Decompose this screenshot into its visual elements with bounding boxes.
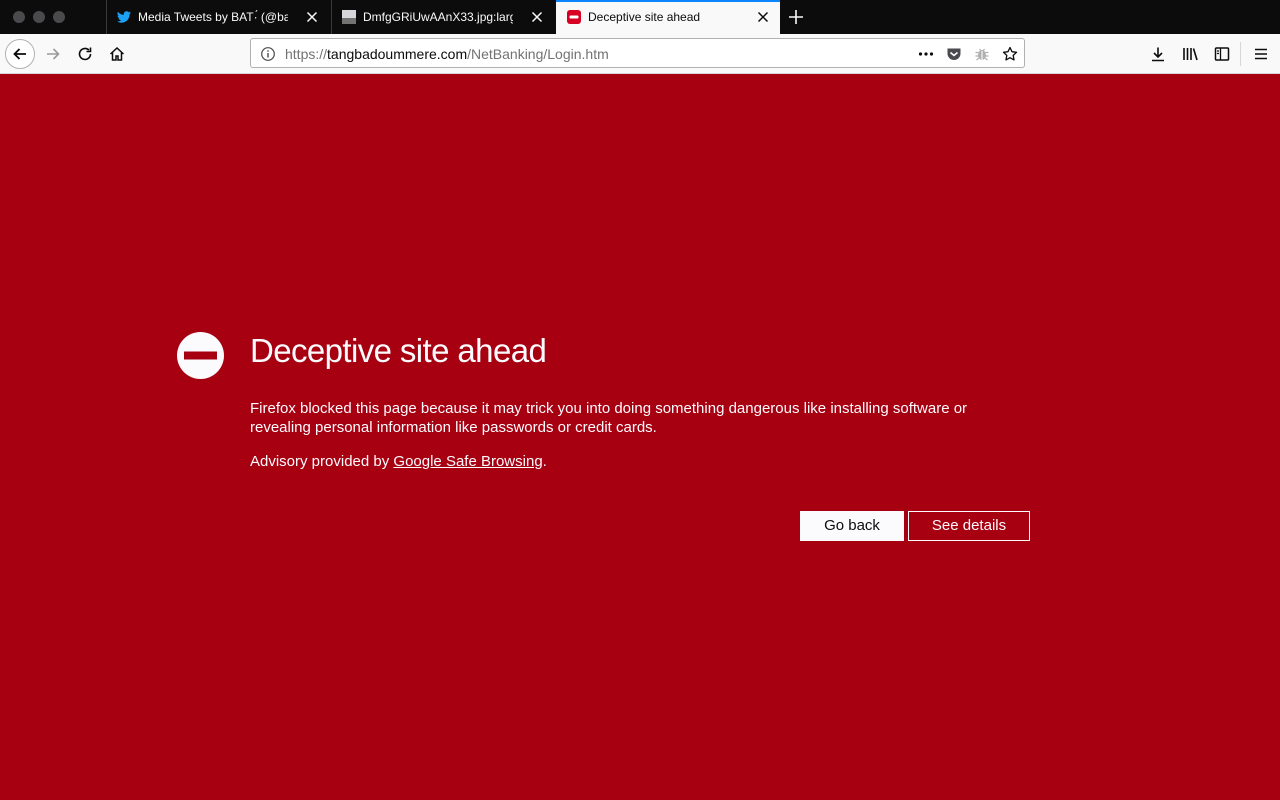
go-back-button[interactable]: Go back: [800, 511, 904, 541]
url-bar[interactable]: https://tangbadoummere.com/NetBanking/Lo…: [250, 38, 1025, 68]
reload-button[interactable]: [71, 40, 99, 68]
pocket-icon: [947, 48, 961, 60]
google-safe-browsing-link[interactable]: Google Safe Browsing: [393, 453, 542, 470]
advisory-text: Advisory provided by Google Safe Browsin…: [250, 452, 547, 471]
home-button[interactable]: [103, 40, 131, 68]
home-icon: [109, 46, 125, 61]
tab-twitter[interactable]: Media Tweets by BAT·́ (@batis: [106, 0, 330, 34]
back-button[interactable]: [5, 39, 35, 69]
page-actions-button[interactable]: [917, 45, 935, 63]
tab-strip: Media Tweets by BAT·́ (@batis DmfgGRiUwA…: [0, 0, 1280, 34]
sidebar-icon: [1214, 47, 1230, 61]
download-icon: [1152, 47, 1164, 62]
tab-image[interactable]: DmfgGRiUwAAnX33.jpg:large (: [331, 0, 555, 34]
page-title: Deceptive site ahead: [250, 332, 547, 369]
more-dots-icon: [918, 52, 934, 56]
tab-label: Deceptive site ahead: [588, 10, 701, 24]
url-path: /NetBanking/Login.htm: [467, 46, 609, 62]
close-tab-icon[interactable]: [304, 9, 320, 25]
advisory-suffix: .: [542, 453, 547, 470]
navigation-toolbar: https://tangbadoummere.com/NetBanking/Lo…: [0, 34, 1280, 74]
hamburger-menu-icon: [1255, 48, 1267, 60]
back-arrow-icon: [13, 48, 26, 60]
tab-separator: [331, 0, 332, 34]
blocked-site-icon: [177, 332, 224, 379]
reload-icon: [78, 47, 92, 61]
window-minimize-button[interactable]: [33, 11, 45, 23]
downloads-button[interactable]: [1144, 40, 1172, 68]
url-text[interactable]: https://tangbadoummere.com/NetBanking/Lo…: [285, 47, 609, 62]
tab-label: Media Tweets by BAT·́ (@batis: [138, 10, 288, 24]
window-close-button[interactable]: [13, 11, 25, 23]
blocked-site-icon: [567, 10, 581, 24]
url-host: tangbadoummere.com: [327, 46, 468, 62]
new-tab-icon[interactable]: [786, 7, 806, 27]
advisory-prefix: Advisory provided by: [250, 453, 394, 470]
warning-description: Firefox blocked this page because it may…: [250, 400, 968, 436]
bug-icon: [975, 48, 989, 61]
toolbar-divider: [1240, 42, 1241, 66]
site-info-icon[interactable]: [260, 46, 276, 62]
tab-deceptive-site[interactable]: Deceptive site ahead: [556, 0, 780, 34]
pocket-button[interactable]: [945, 45, 963, 63]
bookmark-star-button[interactable]: [1001, 45, 1019, 63]
window-zoom-button[interactable]: [53, 11, 65, 23]
forward-button[interactable]: [39, 40, 67, 68]
sidebar-button[interactable]: [1208, 40, 1236, 68]
active-tab-indicator: [556, 0, 780, 2]
library-button[interactable]: [1176, 40, 1204, 68]
library-icon: [1183, 48, 1198, 61]
blocked-page-content: Deceptive site ahead Firefox blocked thi…: [0, 74, 1280, 800]
url-prefix: https://: [285, 46, 328, 62]
close-tab-icon[interactable]: [755, 9, 771, 25]
twitter-bird-icon: [117, 11, 131, 23]
tab-label: DmfgGRiUwAAnX33.jpg:large (: [363, 10, 513, 24]
tab-separator: [106, 0, 107, 34]
open-menu-button[interactable]: [1247, 40, 1275, 68]
see-details-button[interactable]: See details: [908, 511, 1030, 541]
close-tab-icon[interactable]: [529, 9, 545, 25]
star-icon: [1002, 46, 1018, 61]
forward-arrow-icon: [47, 48, 60, 60]
tracking-protection-button[interactable]: [973, 45, 991, 63]
image-icon: [342, 10, 356, 24]
